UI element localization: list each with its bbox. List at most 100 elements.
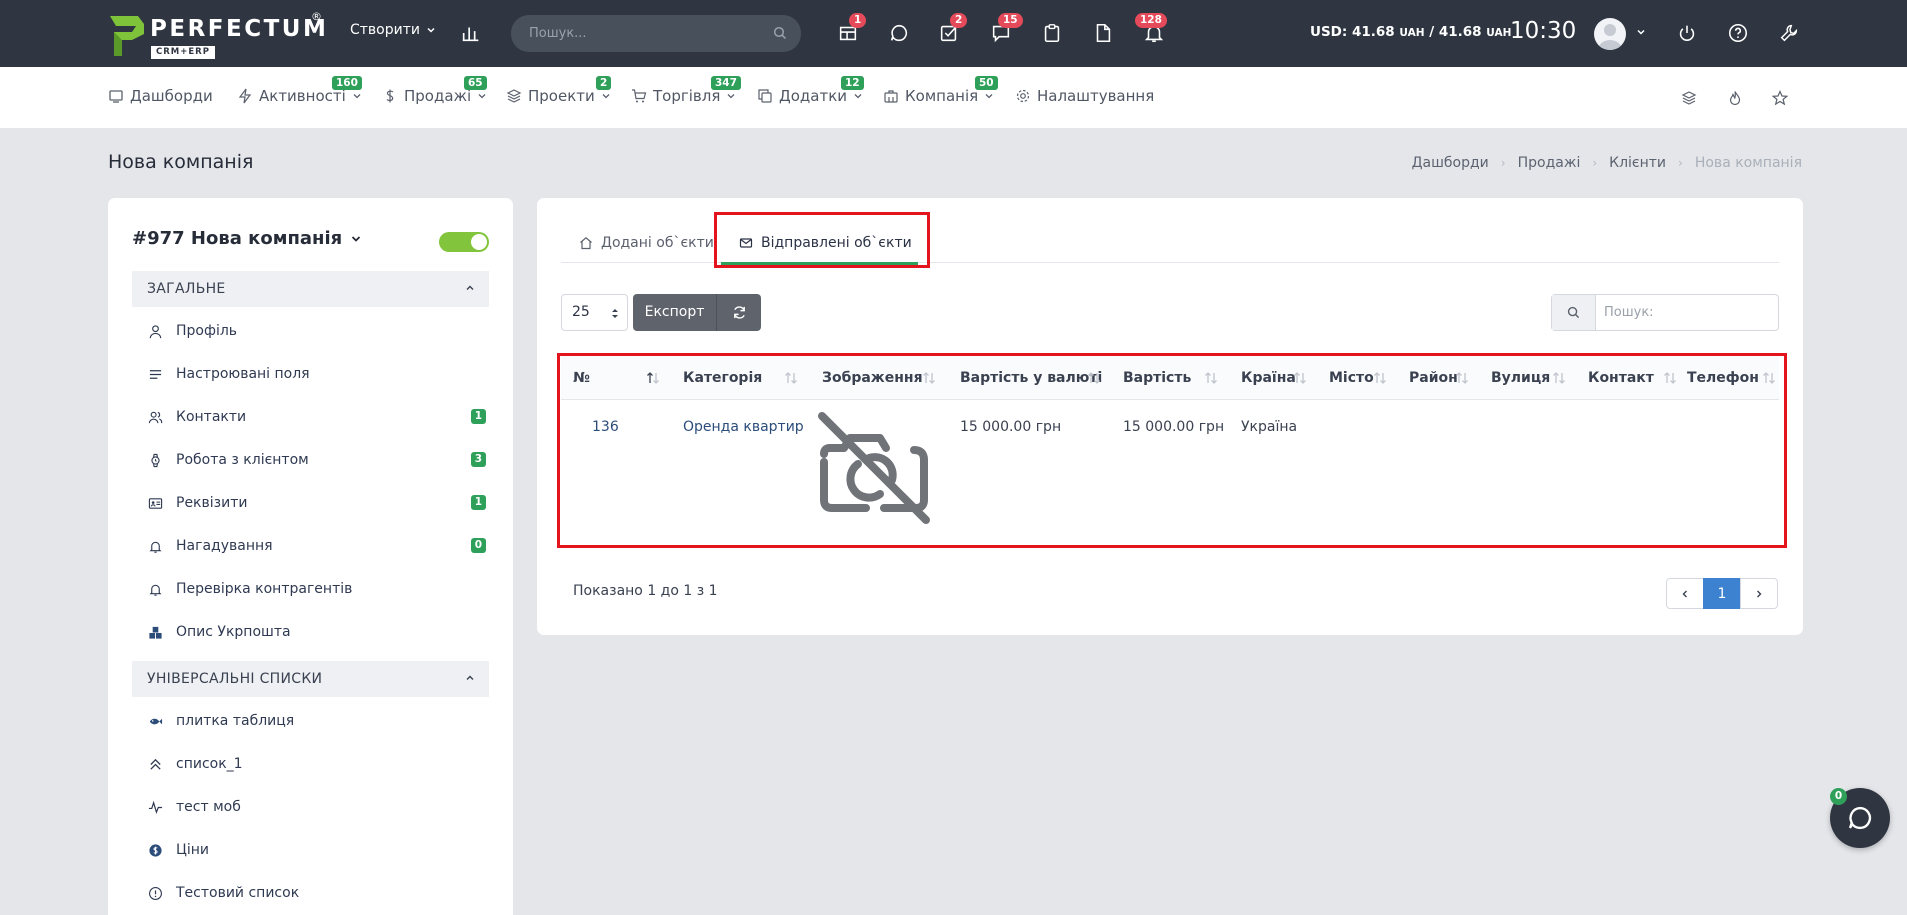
sidebar-item-contacts[interactable]: Контакти 1 — [146, 405, 486, 429]
sidebar-item-custom-fields[interactable]: Настроювані поля — [146, 362, 486, 386]
breadcrumb-separator-icon: › — [1500, 156, 1506, 170]
nav-item-addons[interactable]: Додатки 12 — [757, 76, 864, 105]
dollar-icon — [386, 89, 394, 103]
tasks-button[interactable]: 2 — [936, 13, 968, 46]
nav-item-dashboards[interactable]: Дашборди — [108, 87, 213, 105]
refresh-button[interactable] — [717, 294, 761, 331]
logo-subtitle: CRM+ERP — [151, 46, 215, 59]
sidebar-item-tile-table[interactable]: плитка таблиця — [146, 709, 486, 733]
sidebar-item-count: 1 — [470, 409, 486, 424]
sidebar-item-counterparty-check[interactable]: Перевірка контрагентів — [146, 577, 486, 601]
sidebar-item-client-work[interactable]: Робота з клієнтом 3 — [146, 448, 486, 472]
clipboard-button[interactable] — [1039, 20, 1065, 46]
currency-prefix: USD: — [1310, 24, 1352, 40]
nav-item-activities[interactable]: Активності 160 — [237, 76, 362, 105]
chevron-down-icon — [727, 94, 735, 99]
star-icon — [1772, 90, 1788, 106]
chat-bubble-icon — [1848, 806, 1872, 830]
table-search[interactable] — [1551, 294, 1779, 331]
pagination-prev-button[interactable] — [1666, 578, 1704, 609]
client-active-toggle[interactable] — [439, 232, 489, 252]
sidebar-item-ukrposhta[interactable]: Опис Укрпошта — [146, 620, 486, 644]
currency-unit-2: UAH — [1486, 27, 1512, 39]
sidebar-item-test-mob[interactable]: тест моб — [146, 795, 486, 819]
table-search-input[interactable] — [1604, 295, 1774, 330]
pagination-next-button[interactable] — [1740, 578, 1778, 609]
global-search-input[interactable] — [529, 15, 769, 52]
sidebar-item-label: Реквізити — [176, 495, 248, 511]
sidebar-item-label: Настроювані поля — [176, 366, 310, 382]
breadcrumb-item[interactable]: Клієнти — [1609, 155, 1666, 171]
pagination: 1 — [1666, 578, 1778, 609]
chevron-down-icon — [985, 94, 993, 99]
refresh-icon — [733, 306, 745, 319]
favorites-button[interactable] — [1769, 87, 1791, 109]
layers-toggle-button[interactable] — [1678, 87, 1700, 109]
table-highlight-box — [557, 353, 1787, 548]
user-avatar-icon — [1598, 24, 1622, 50]
chat-button[interactable] — [886, 20, 912, 46]
breadcrumb-separator-icon: › — [1592, 156, 1598, 170]
select-arrows-icon — [612, 309, 618, 318]
bell-icon — [146, 580, 164, 598]
section-header-universal-lists[interactable]: УНІВЕРСАЛЬНІ СПИСКИ — [132, 661, 489, 697]
widgets-button[interactable]: 1 — [835, 13, 867, 46]
create-label: Створити — [350, 22, 420, 38]
briefcase-icon — [884, 90, 898, 103]
clipboard-icon — [1044, 24, 1060, 43]
sidebar-item-label: плитка таблиця — [176, 713, 295, 729]
sidebar-item-test-list[interactable]: Тестовий список — [146, 881, 486, 905]
sidebar-item-prices[interactable]: Ціни — [146, 838, 486, 862]
power-button[interactable] — [1674, 20, 1700, 46]
nav-item-sales[interactable]: Продажі 65 — [382, 76, 487, 105]
currency-rate: USD: 41.68 UAH / 41.68 UAH — [1310, 24, 1511, 40]
nav-badge: 160 — [332, 76, 362, 90]
notifications-button[interactable]: 128 — [1135, 13, 1167, 46]
sidebar-item-label: Нагадування — [176, 538, 273, 554]
global-search[interactable] — [511, 15, 801, 52]
breadcrumb: Дашборди › Продажі › Клієнти › Нова комп… — [1412, 155, 1802, 171]
sidebar-item-label: Перевірка контрагентів — [176, 581, 353, 597]
info-circle-icon — [146, 884, 164, 902]
home-icon — [580, 236, 592, 249]
pulse-icon — [146, 798, 164, 816]
messages-badge: 15 — [998, 13, 1023, 28]
logo[interactable]: PERFECTUM ® CRM+ERP — [108, 10, 326, 59]
currency-unit-1: UAH — [1399, 27, 1425, 39]
hot-button[interactable] — [1724, 87, 1746, 109]
document-button[interactable] — [1090, 20, 1116, 46]
search-icon — [1552, 295, 1596, 330]
help-button[interactable] — [1725, 20, 1751, 46]
wrench-icon — [1780, 24, 1798, 42]
nav-item-company[interactable]: Компанія 50 — [883, 76, 998, 105]
sidebar-item-list-1[interactable]: список_1 — [146, 752, 486, 776]
sidebar-item-reminders[interactable]: Нагадування 0 — [146, 534, 486, 558]
create-dropdown[interactable]: Створити — [350, 22, 436, 38]
settings-tools-button[interactable] — [1776, 20, 1802, 46]
nav-item-trade[interactable]: Торгівля 347 — [631, 76, 741, 105]
tab-added-objects[interactable]: Додані об`єкти — [579, 222, 714, 263]
page-size-select[interactable]: 25 — [561, 294, 628, 331]
breadcrumb-current: Нова компанія — [1694, 155, 1802, 171]
nav-badge: 347 — [711, 76, 741, 90]
messages-button[interactable]: 15 — [988, 13, 1023, 46]
pagination-page-button[interactable]: 1 — [1703, 578, 1741, 609]
sidebar-item-profile[interactable]: Профіль — [146, 319, 486, 343]
client-title-dropdown[interactable]: #977 Нова компанія — [132, 228, 362, 249]
breadcrumb-item[interactable]: Дашборди — [1412, 155, 1489, 171]
nav-item-label: Компанія — [905, 87, 979, 105]
nav-item-label: Торгівля — [653, 87, 721, 105]
chevron-down-icon[interactable] — [1636, 27, 1646, 37]
section-header-general[interactable]: ЗАГАЛЬНЕ — [132, 271, 489, 307]
nav-item-settings[interactable]: Налаштування — [1015, 87, 1154, 105]
nav-item-projects[interactable]: Проекти 2 — [506, 76, 612, 105]
client-side-panel: #977 Нова компанія ЗАГАЛЬНЕ Профіль Наст… — [108, 198, 513, 915]
boxes-icon — [146, 623, 164, 641]
avatar[interactable] — [1594, 18, 1626, 50]
copy-icon — [758, 89, 772, 103]
id-card-icon — [146, 494, 164, 512]
breadcrumb-item[interactable]: Продажі — [1518, 155, 1581, 171]
sidebar-item-requisites[interactable]: Реквізити 1 — [146, 491, 486, 515]
stats-icon[interactable] — [458, 20, 484, 46]
export-button[interactable]: Експорт — [633, 294, 717, 331]
